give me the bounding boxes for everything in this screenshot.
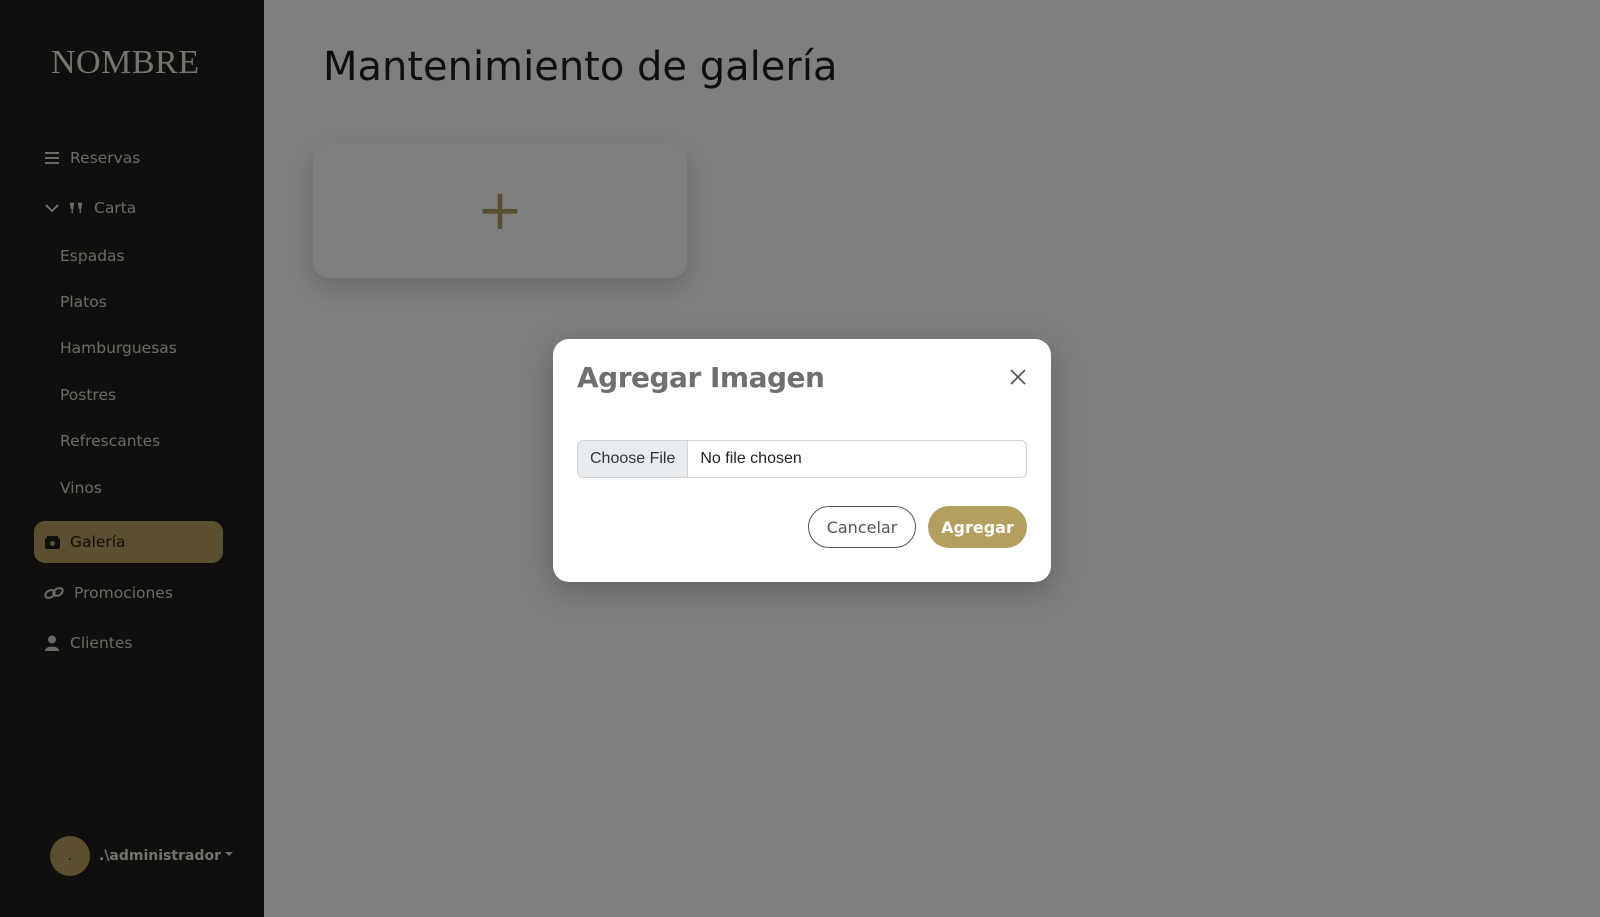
submit-button[interactable]: Agregar (928, 506, 1027, 548)
add-image-modal: Agregar Imagen Choose File No file chose… (553, 339, 1051, 582)
file-input[interactable]: Choose File No file chosen (577, 440, 1027, 478)
close-icon[interactable] (1007, 366, 1029, 388)
choose-file-button[interactable]: Choose File (578, 441, 689, 477)
file-status: No file chosen (700, 450, 802, 467)
cancel-button[interactable]: Cancelar (808, 506, 916, 548)
modal-title: Agregar Imagen (577, 361, 825, 394)
